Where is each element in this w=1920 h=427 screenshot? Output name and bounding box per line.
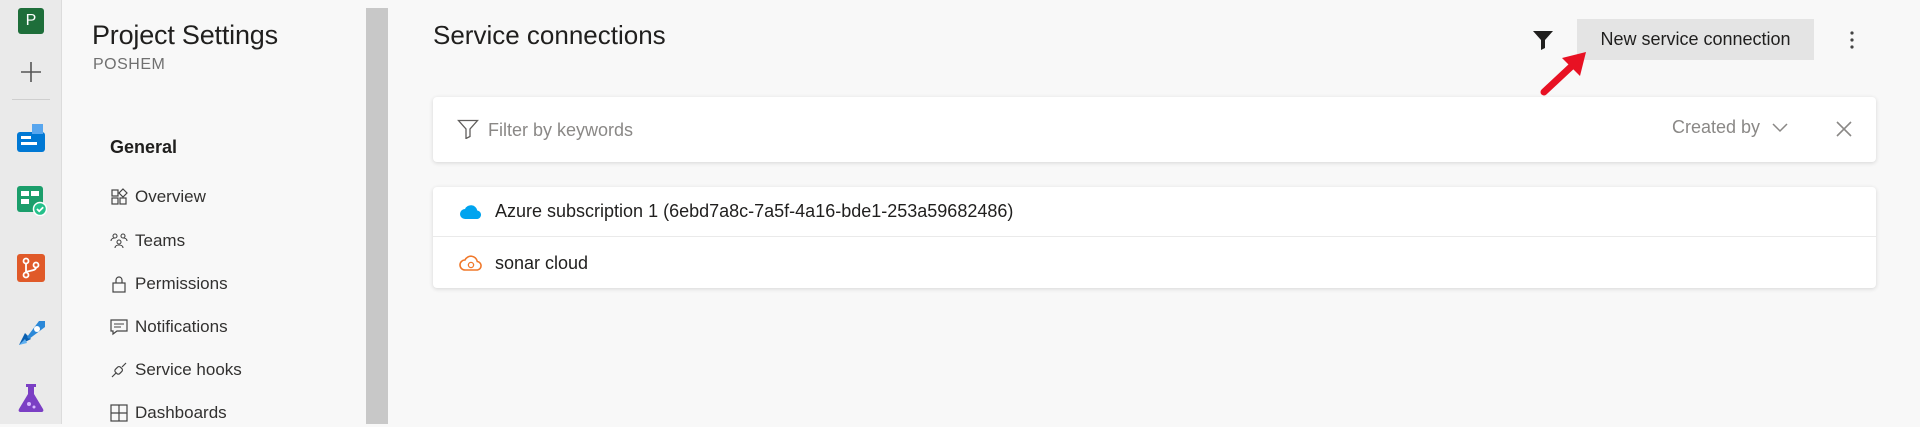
test-plans-icon[interactable] xyxy=(14,381,48,415)
nav-item-label: Dashboards xyxy=(135,403,227,422)
repos-icon[interactable] xyxy=(14,251,48,285)
filter-bar: Created by xyxy=(433,97,1876,162)
nav-item-permissions[interactable]: Permissions xyxy=(109,270,228,298)
nav-title: Project Settings xyxy=(92,20,278,50)
filter-outline-icon xyxy=(457,119,479,144)
nav-item-overview[interactable]: Overview xyxy=(109,183,206,211)
project-name: POSHEM xyxy=(93,56,166,73)
pipelines-icon[interactable] xyxy=(14,316,48,350)
service-connection-list: Azure subscription 1 (6ebd7a8c-7a5f-4a16… xyxy=(433,187,1876,288)
lock-icon xyxy=(109,274,129,294)
created-by-dropdown[interactable]: Created by xyxy=(1672,117,1788,138)
nav-item-service-hooks[interactable]: Service hooks xyxy=(109,356,242,384)
app-rail: P xyxy=(0,0,62,424)
nav-item-label: Service hooks xyxy=(135,360,242,379)
main-content: Service connections New service connecti… xyxy=(388,0,1920,424)
annotation-arrow-icon xyxy=(1540,52,1586,96)
new-service-connection-button[interactable]: New service connection xyxy=(1577,19,1814,60)
nav-item-label: Notifications xyxy=(135,317,228,336)
nav-scrollbar[interactable] xyxy=(366,8,388,424)
chevron-down-icon xyxy=(1772,117,1788,138)
teams-icon xyxy=(109,231,129,251)
overview-hub-icon[interactable] xyxy=(14,121,48,155)
nav-item-notifications[interactable]: Notifications xyxy=(109,313,228,341)
boards-icon[interactable] xyxy=(14,183,48,217)
project-initial: P xyxy=(18,8,44,34)
settings-nav: Project Settings POSHEM General Overview… xyxy=(63,0,366,424)
list-item[interactable]: Azure subscription 1 (6ebd7a8c-7a5f-4a16… xyxy=(433,187,1876,237)
close-icon[interactable] xyxy=(1832,117,1856,141)
created-by-label: Created by xyxy=(1672,117,1761,137)
nav-item-label: Teams xyxy=(135,231,186,250)
connection-name: sonar cloud xyxy=(495,252,589,273)
nav-item-label: Permissions xyxy=(135,274,228,293)
list-item[interactable]: sonar cloud xyxy=(433,238,1876,288)
rail-divider xyxy=(12,99,50,100)
notifications-icon xyxy=(109,317,129,337)
connection-name: Azure subscription 1 (6ebd7a8c-7a5f-4a16… xyxy=(495,201,1014,221)
overview-icon xyxy=(109,187,129,207)
add-icon[interactable] xyxy=(14,55,48,89)
project-avatar[interactable]: P xyxy=(14,4,48,38)
service-hooks-icon xyxy=(109,360,129,380)
page-title: Service connections xyxy=(433,20,666,50)
sonarcloud-icon xyxy=(459,252,483,274)
dashboards-icon xyxy=(109,403,129,423)
nav-item-dashboards[interactable]: Dashboards xyxy=(109,399,227,427)
filter-keywords-input[interactable] xyxy=(488,115,1388,145)
more-options-icon[interactable] xyxy=(1840,24,1864,56)
nav-item-label: Overview xyxy=(135,187,206,206)
nav-item-teams[interactable]: Teams xyxy=(109,227,185,255)
nav-section-general: General xyxy=(110,137,178,157)
azure-cloud-icon xyxy=(459,201,483,223)
